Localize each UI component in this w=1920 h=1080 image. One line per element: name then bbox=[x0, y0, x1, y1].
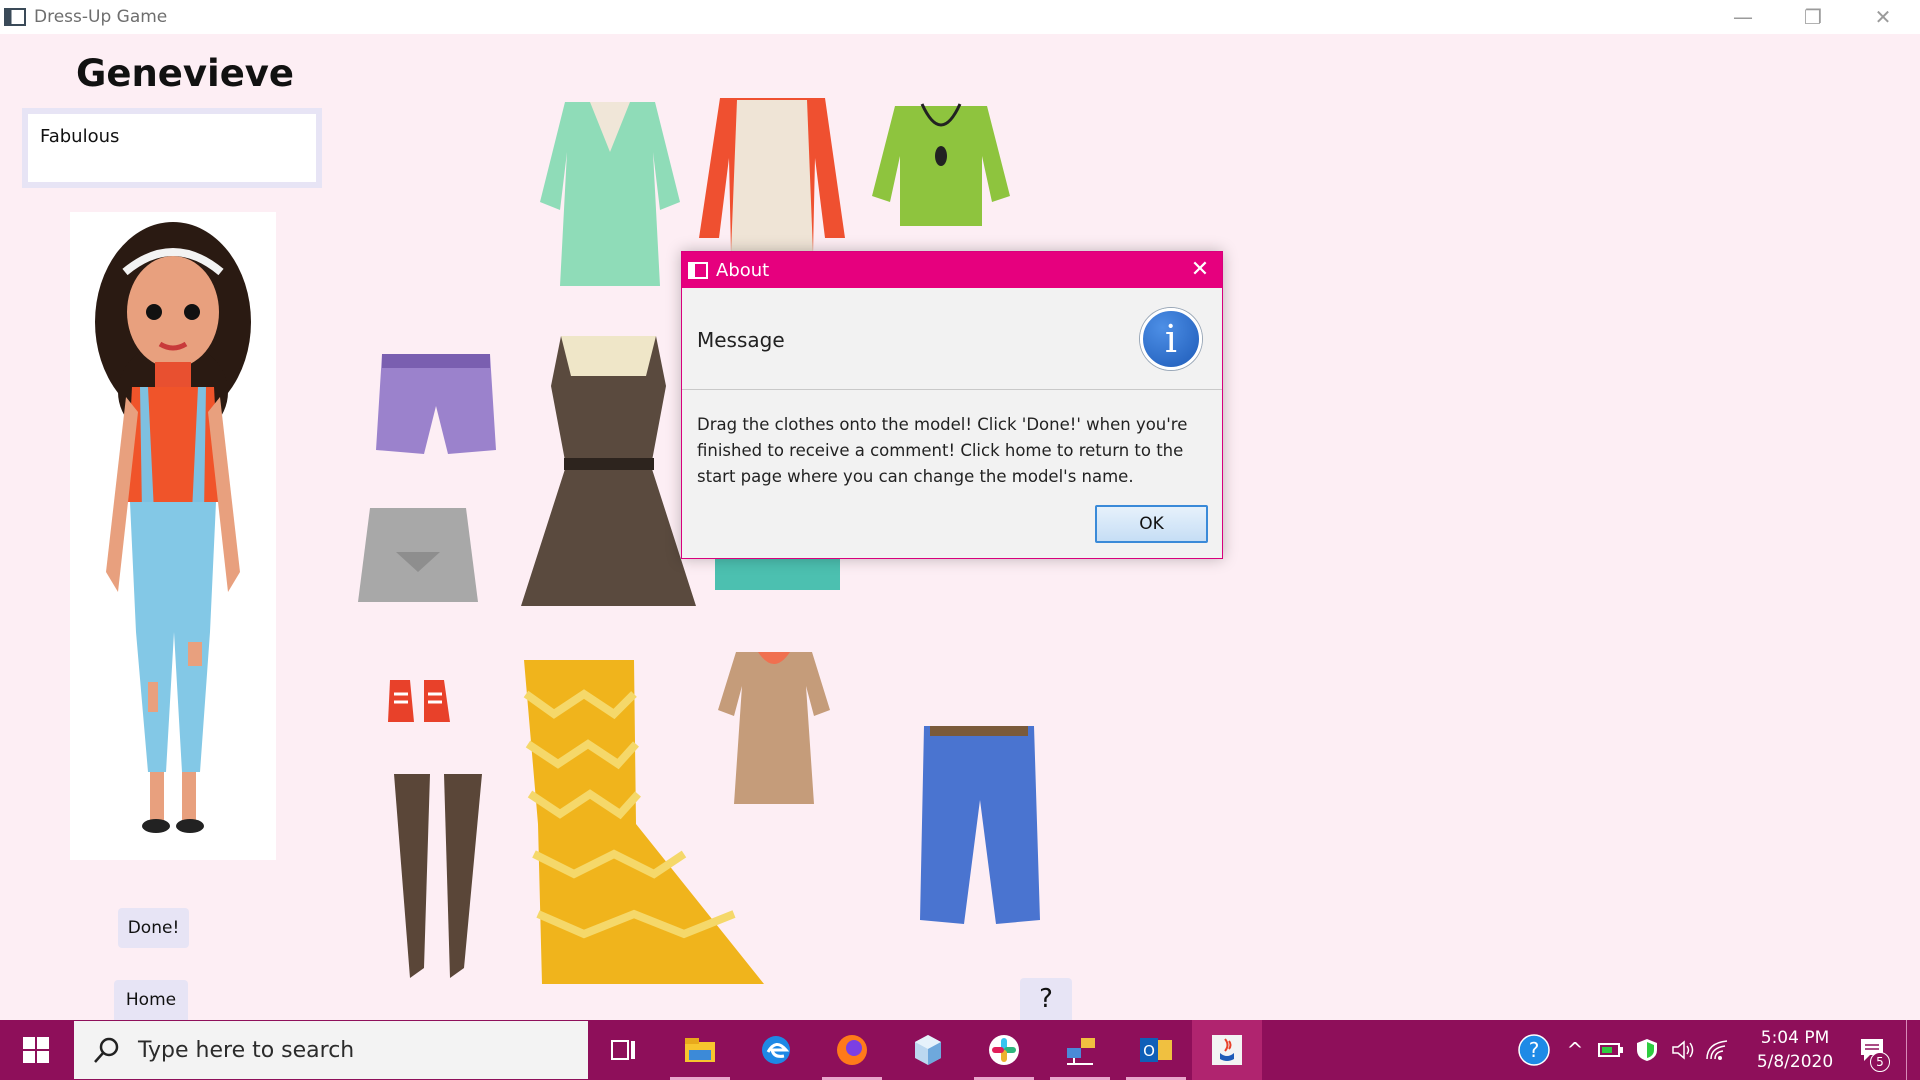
purple-shorts-item[interactable] bbox=[374, 346, 498, 458]
model-card[interactable] bbox=[70, 212, 276, 860]
show-desktop-button[interactable] bbox=[1906, 1020, 1920, 1080]
blue-jeans-item[interactable] bbox=[916, 720, 1042, 930]
battery-icon[interactable] bbox=[1594, 1020, 1628, 1080]
3d-viewer-icon[interactable] bbox=[892, 1020, 964, 1080]
window-title: Dress-Up Game bbox=[34, 7, 168, 27]
mint-tunic-item[interactable] bbox=[535, 92, 685, 286]
close-button[interactable]: ✕ bbox=[1848, 0, 1918, 34]
edge-icon[interactable] bbox=[740, 1020, 812, 1080]
info-icon: i bbox=[1140, 308, 1202, 370]
svg-text:?: ? bbox=[1529, 1038, 1540, 1062]
clock-date: 5/8/2020 bbox=[1756, 1052, 1834, 1072]
window-titlebar: Dress-Up Game — ❐ ✕ bbox=[0, 0, 1920, 34]
grey-skirt-item[interactable] bbox=[356, 502, 480, 606]
home-button[interactable]: Home bbox=[114, 980, 188, 1020]
firefox-icon[interactable] bbox=[816, 1020, 888, 1080]
done-button[interactable]: Done! bbox=[118, 908, 189, 948]
taskbar: Type here to search O ? ^ 5:04 PM 5/8/20… bbox=[0, 1020, 1920, 1080]
help-button[interactable]: ? bbox=[1020, 978, 1072, 1020]
ok-button[interactable]: OK bbox=[1095, 505, 1208, 543]
raglan-top-item[interactable] bbox=[695, 88, 849, 253]
svg-text:O: O bbox=[1143, 1042, 1155, 1060]
comment-text: Fabulous bbox=[28, 114, 316, 182]
java-app-icon[interactable] bbox=[1192, 1020, 1262, 1080]
file-explorer-icon[interactable] bbox=[664, 1020, 736, 1080]
model-name: Genevieve bbox=[76, 52, 295, 95]
tan-tshirt-item[interactable] bbox=[716, 646, 832, 808]
dialog-header-text: Message bbox=[697, 328, 785, 352]
teal-garment-item[interactable] bbox=[715, 556, 840, 590]
taskbar-clock[interactable]: 5:04 PM 5/8/2020 bbox=[1728, 1026, 1862, 1074]
minimize-button[interactable]: — bbox=[1708, 0, 1778, 34]
green-top-necklace-item[interactable] bbox=[870, 96, 1012, 228]
red-sneakers-item[interactable] bbox=[384, 670, 454, 726]
app-icon bbox=[4, 8, 26, 26]
clock-time: 5:04 PM bbox=[1760, 1028, 1830, 1048]
volume-icon[interactable] bbox=[1666, 1020, 1700, 1080]
network-app-icon[interactable] bbox=[1044, 1020, 1116, 1080]
about-dialog: About ✕ Message i Drag the clothes onto … bbox=[681, 251, 1223, 559]
slack-icon[interactable] bbox=[968, 1020, 1040, 1080]
windows-icon bbox=[23, 1037, 49, 1063]
dialog-close-icon[interactable]: ✕ bbox=[1188, 258, 1212, 282]
notification-badge: 5 bbox=[1870, 1052, 1890, 1072]
dialog-titlebar: About ✕ bbox=[682, 252, 1222, 288]
dialog-title: About bbox=[716, 259, 770, 281]
dialog-app-icon bbox=[688, 261, 708, 279]
dialog-header: Message i bbox=[682, 288, 1222, 390]
dialog-message: Drag the clothes onto the model! Click '… bbox=[697, 415, 1188, 486]
brown-boots-item[interactable] bbox=[388, 768, 486, 980]
comment-box: Fabulous bbox=[22, 108, 322, 188]
search-placeholder: Type here to search bbox=[138, 1037, 355, 1063]
model-figure bbox=[95, 222, 251, 833]
chevron-up-icon[interactable]: ^ bbox=[1560, 1020, 1590, 1080]
help-tray-icon[interactable]: ? bbox=[1512, 1020, 1556, 1080]
outlook-icon[interactable]: O bbox=[1120, 1020, 1192, 1080]
action-center-icon[interactable]: 5 bbox=[1850, 1020, 1896, 1080]
taskbar-search-box[interactable]: Type here to search bbox=[74, 1021, 588, 1079]
task-view-icon[interactable] bbox=[588, 1020, 660, 1080]
brown-dress-item[interactable] bbox=[516, 326, 701, 614]
shield-icon[interactable] bbox=[1630, 1020, 1664, 1080]
start-button[interactable] bbox=[0, 1020, 72, 1080]
search-icon bbox=[94, 1037, 119, 1063]
restore-button[interactable]: ❐ bbox=[1778, 0, 1848, 34]
